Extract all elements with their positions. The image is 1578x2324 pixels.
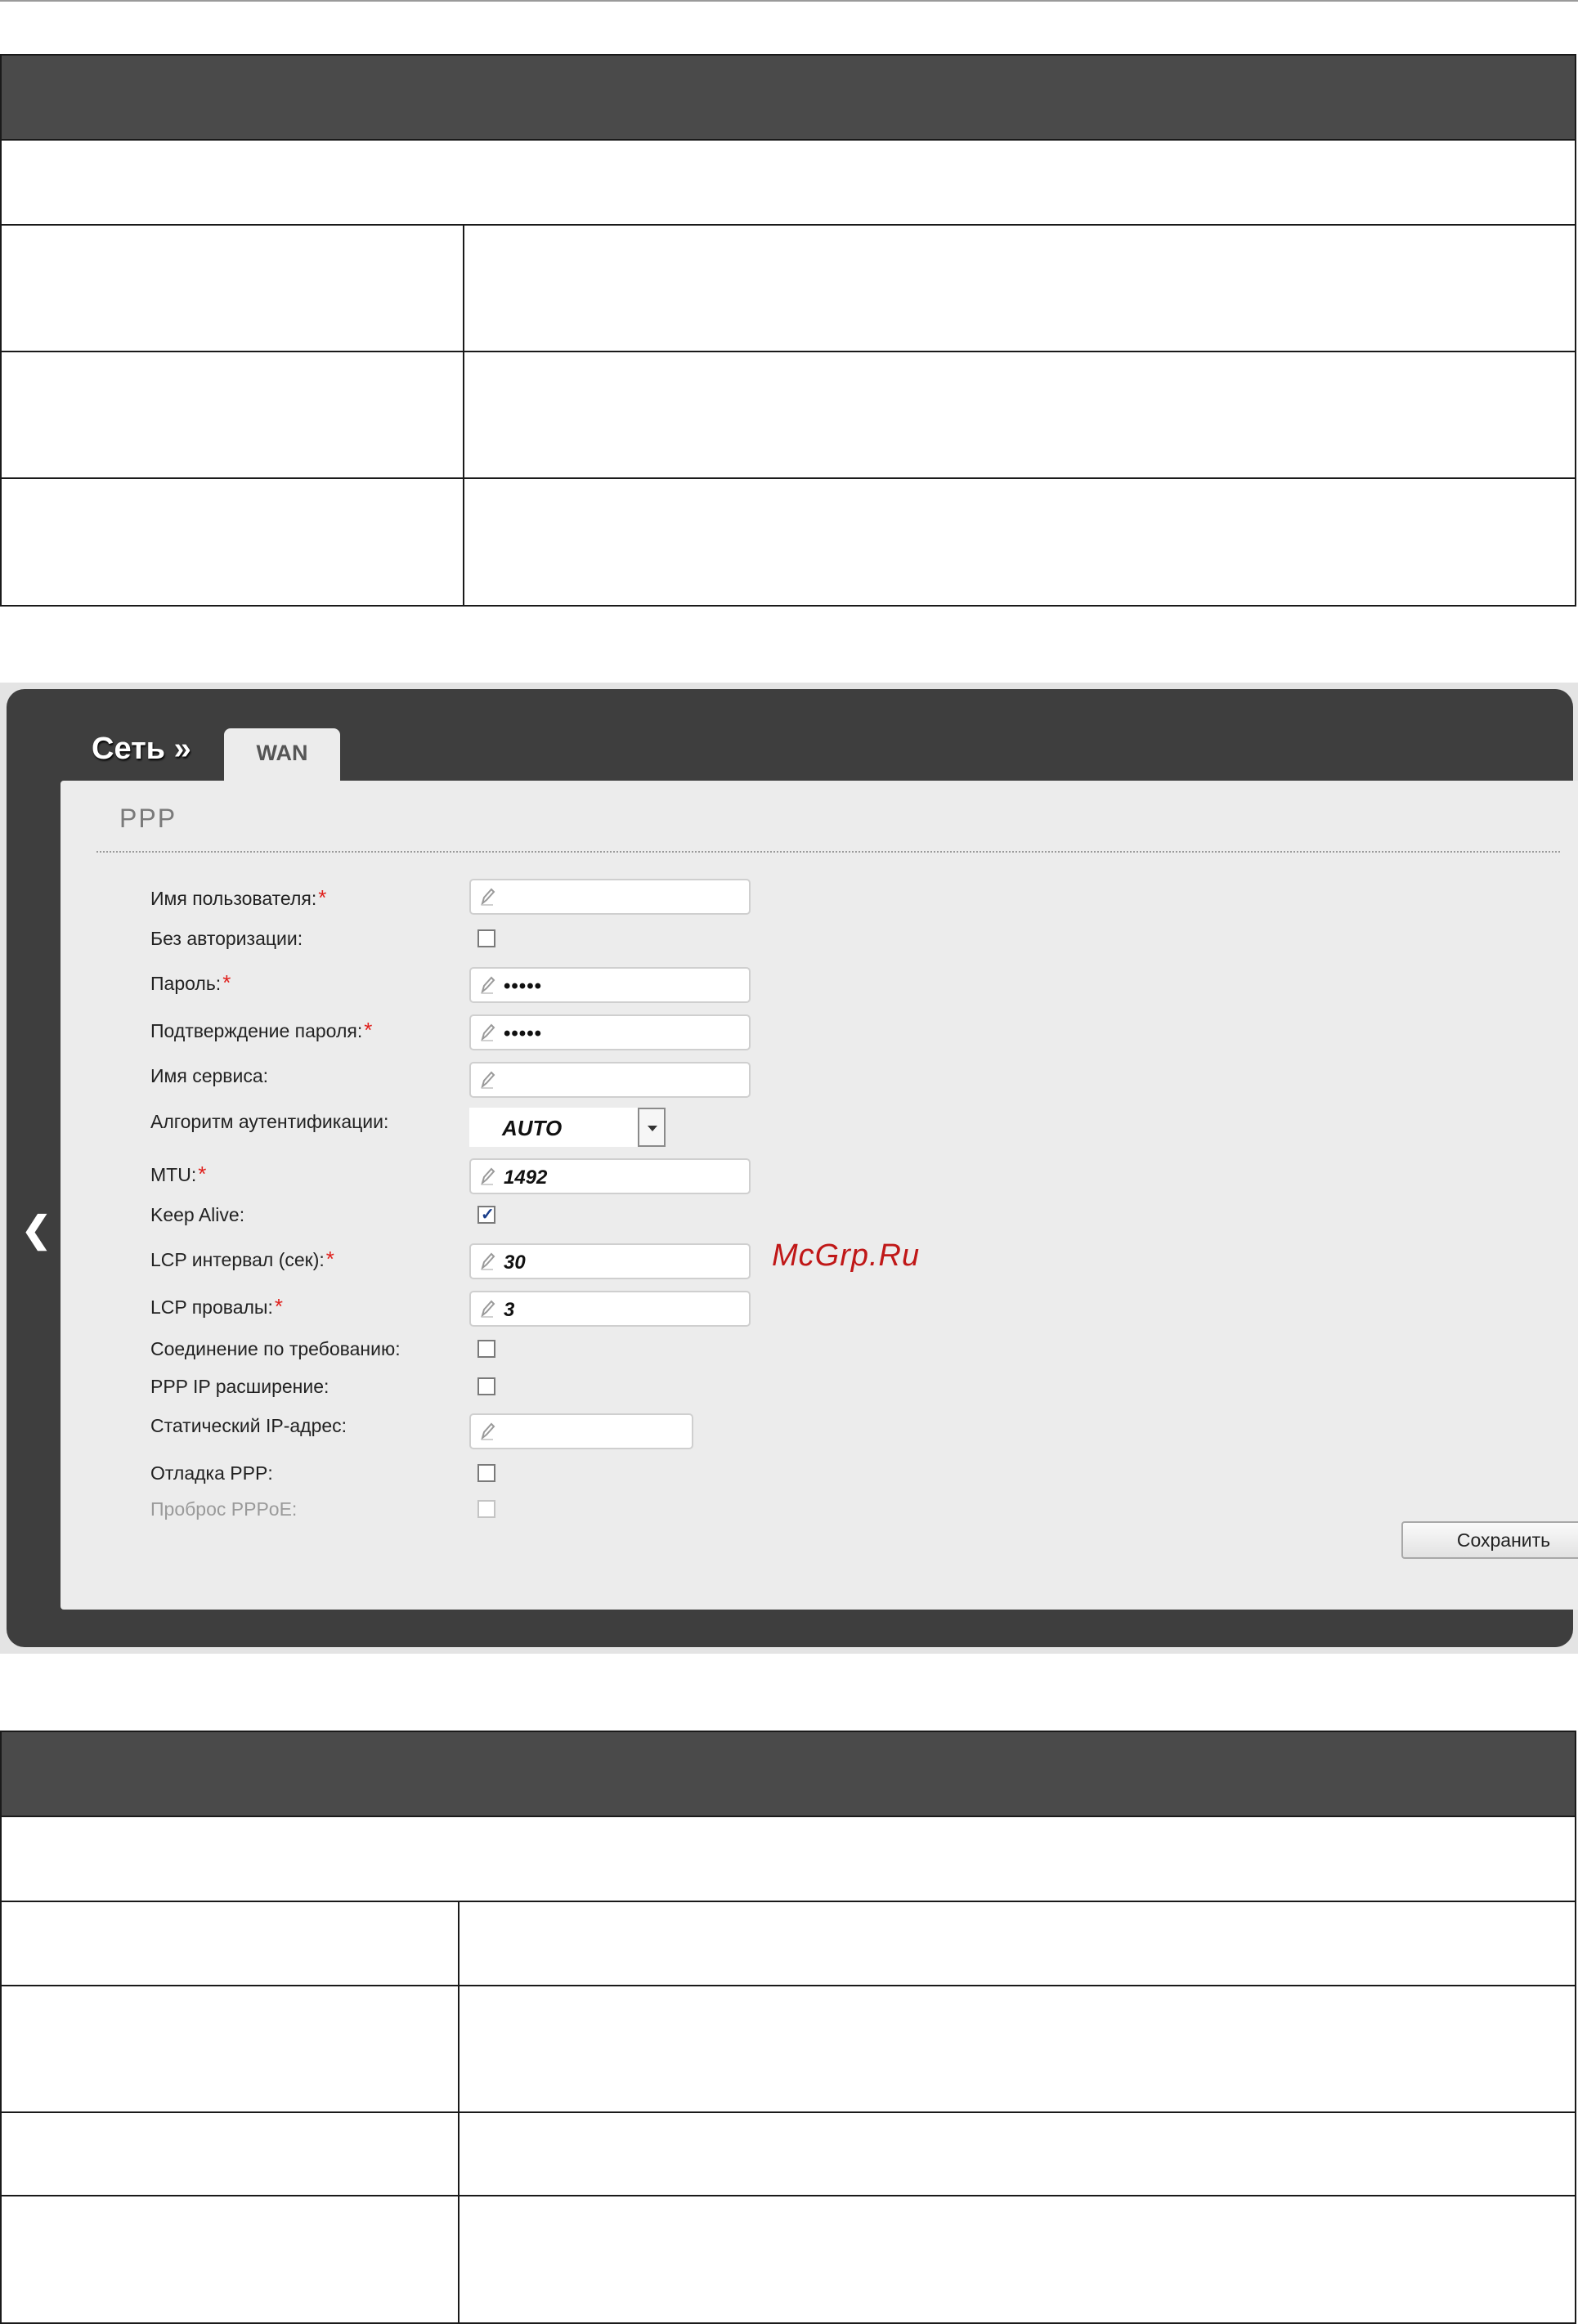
password-label-text: Пароль: xyxy=(150,973,222,994)
doc-cell xyxy=(464,479,1575,605)
ppp-ip-ext-label: PPP IP расширение: xyxy=(150,1376,329,1397)
password-confirm-value: ••••• xyxy=(504,1023,543,1045)
on-demand-checkbox[interactable] xyxy=(477,1340,495,1358)
doc-table-row xyxy=(2,352,1575,479)
doc-cell xyxy=(460,1986,1575,2111)
required-mark: * xyxy=(222,970,231,995)
pppoe-passthrough-label: Проброс PPPoE: xyxy=(150,1498,298,1520)
required-mark: * xyxy=(274,1294,283,1319)
username-label: Имя пользователя:* xyxy=(150,885,326,911)
doc-table-row xyxy=(2,2196,1575,2322)
ppp-debug-label: Отладка PPP: xyxy=(150,1462,273,1484)
doc-cell xyxy=(460,2113,1575,2195)
on-demand-label: Соединение по требованию: xyxy=(150,1338,401,1359)
ppp-ip-ext-checkbox[interactable] xyxy=(477,1377,495,1395)
pencil-icon xyxy=(481,1422,495,1440)
section-divider xyxy=(96,851,1560,853)
doc-cell xyxy=(2,1902,460,1985)
username-label-text: Имя пользователя: xyxy=(150,888,317,909)
keep-alive-label: Keep Alive: xyxy=(150,1204,245,1225)
required-mark: * xyxy=(364,1018,373,1042)
ppp-debug-checkbox[interactable] xyxy=(477,1464,495,1482)
static-ip-input[interactable] xyxy=(469,1413,693,1449)
password-confirm-label: Подтверждение пароля:* xyxy=(150,1018,372,1043)
no-auth-label: Без авторизации: xyxy=(150,928,303,949)
password-label: Пароль:* xyxy=(150,970,231,996)
required-mark: * xyxy=(318,885,327,910)
lcp-interval-label-text: LCP интервал (сек): xyxy=(150,1249,325,1270)
mtu-label: MTU:* xyxy=(150,1162,206,1187)
section-title: PPP xyxy=(119,804,177,833)
top-rule xyxy=(0,0,1578,2)
pencil-icon xyxy=(481,1023,495,1041)
tab-wan[interactable]: WAN xyxy=(224,728,340,781)
lcp-fails-input[interactable]: 3 xyxy=(469,1291,751,1327)
caret-down-icon[interactable] xyxy=(638,1108,666,1147)
doc-table-subheader xyxy=(2,141,1575,226)
pencil-icon xyxy=(481,888,495,906)
doc-table-top xyxy=(0,54,1576,607)
lcp-fails-label: LCP провалы:* xyxy=(150,1294,283,1319)
doc-table-row xyxy=(2,1986,1575,2113)
doc-table-header xyxy=(2,1732,1575,1817)
service-name-label: Имя сервиса: xyxy=(150,1065,269,1086)
doc-table-subheader xyxy=(2,1817,1575,1902)
mtu-label-text: MTU: xyxy=(150,1164,197,1185)
required-mark: * xyxy=(325,1247,334,1271)
doc-cell xyxy=(2,2196,460,2322)
mtu-value: 1492 xyxy=(504,1166,548,1189)
doc-table-row xyxy=(2,226,1575,352)
keep-alive-checkbox[interactable] xyxy=(477,1204,495,1225)
doc-table-row xyxy=(2,1902,1575,1986)
lcp-fails-label-text: LCP провалы: xyxy=(150,1296,273,1318)
password-confirm-input[interactable]: ••••• xyxy=(469,1014,751,1050)
ppp-settings-panel: PPP Имя пользователя:* Без авторизации: … xyxy=(61,781,1578,1610)
password-value: ••••• xyxy=(504,975,543,997)
chevron-left-icon[interactable]: ❮ xyxy=(21,1209,52,1251)
doc-cell xyxy=(2,479,464,605)
doc-cell xyxy=(460,2196,1575,2322)
doc-cell xyxy=(2,352,464,477)
static-ip-label: Статический IP-адрес: xyxy=(150,1415,347,1436)
password-confirm-label-text: Подтверждение пароля: xyxy=(150,1020,363,1041)
doc-table-header xyxy=(2,56,1575,141)
required-mark: * xyxy=(198,1162,207,1186)
auth-algorithm-select[interactable]: AUTO xyxy=(469,1108,666,1147)
router-screenshot: Сеть » WAN ❮ PPP Имя пользователя:* Без … xyxy=(0,683,1578,1654)
password-input[interactable]: ••••• xyxy=(469,967,751,1003)
doc-table-row xyxy=(2,479,1575,605)
pencil-icon xyxy=(481,1300,495,1318)
no-auth-checkbox[interactable] xyxy=(477,929,495,947)
mtu-input[interactable]: 1492 xyxy=(469,1158,751,1194)
pencil-icon xyxy=(481,1252,495,1270)
lcp-fails-value: 3 xyxy=(504,1299,515,1321)
service-name-input[interactable] xyxy=(469,1062,751,1098)
pencil-icon xyxy=(481,1167,495,1185)
doc-cell xyxy=(464,226,1575,351)
doc-table-bottom xyxy=(0,1731,1576,2324)
doc-cell xyxy=(460,1902,1575,1985)
watermark: McGrp.Ru xyxy=(772,1238,921,1273)
doc-table-row xyxy=(2,2113,1575,2196)
router-frame: Сеть » WAN ❮ PPP Имя пользователя:* Без … xyxy=(7,689,1578,1647)
doc-cell xyxy=(2,1986,460,2111)
save-button[interactable]: Сохранить xyxy=(1401,1521,1578,1559)
pppoe-passthrough-checkbox[interactable] xyxy=(477,1500,495,1518)
lcp-interval-input[interactable]: 30 xyxy=(469,1243,751,1279)
doc-cell xyxy=(2,2113,460,2195)
doc-cell xyxy=(464,352,1575,477)
auth-algorithm-value: AUTO xyxy=(502,1116,563,1140)
lcp-interval-label: LCP интервал (сек):* xyxy=(150,1247,334,1272)
doc-cell xyxy=(2,226,464,351)
auth-algorithm-label: Алгоритм аутентификации: xyxy=(150,1111,389,1132)
pencil-icon xyxy=(481,976,495,994)
breadcrumb-section[interactable]: Сеть » xyxy=(92,732,191,767)
pencil-icon xyxy=(481,1071,495,1089)
lcp-interval-value: 30 xyxy=(504,1252,526,1274)
username-input[interactable] xyxy=(469,879,751,915)
